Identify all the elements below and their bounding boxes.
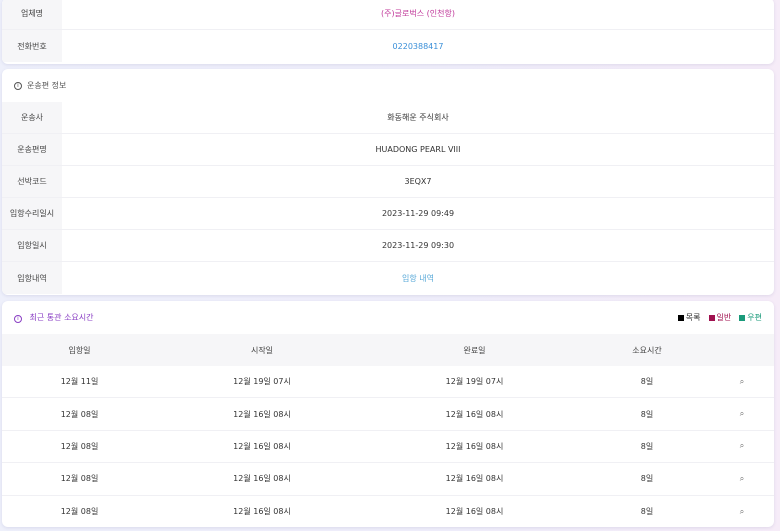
table-row: 12월 08일 12월 16일 08시 12월 16일 08시 8일 ⌕ <box>2 398 774 431</box>
cell-arrival: 12월 08일 <box>60 507 99 517</box>
legend-label: 목록 <box>685 313 701 322</box>
arrival-history-row: 입항내역 입항 내역 <box>2 262 774 294</box>
phone-label: 전화번호 <box>2 30 62 62</box>
cell-start: 12월 16일 08시 <box>233 409 291 419</box>
legend-swatch-icon <box>677 314 684 321</box>
arrival-date-value: 2023-11-29 09:30 <box>381 241 455 250</box>
vessel-info-title: 운송편 정보 <box>27 81 67 90</box>
legend-label: 일반 <box>716 313 732 322</box>
cell-duration: 8일 <box>640 441 654 451</box>
legend-item-general: 일반 <box>708 312 732 323</box>
col-header-start: 시작일 <box>250 345 274 355</box>
col-header-duration: 소요시간 <box>632 345 662 355</box>
table-body: 12월 11일 12월 19일 07시 12월 19일 07시 8일 ⌕ 12월… <box>2 366 774 527</box>
legend: 목록 일반 우편 <box>677 312 762 323</box>
cell-complete: 12월 16일 08시 <box>445 474 504 484</box>
info-icon: i <box>14 315 22 323</box>
cell-complete: 12월 16일 08시 <box>445 409 504 419</box>
cell-arrival: 12월 11일 <box>60 377 99 387</box>
table-row: 12월 08일 12월 16일 08시 12월 16일 08시 8일 ⌕ <box>2 496 774 527</box>
carrier-row: 운송사 화동해운 주식회사 <box>2 102 774 134</box>
cell-start: 12월 16일 08시 <box>233 507 291 517</box>
legend-label: 우편 <box>747 313 762 322</box>
cell-arrival: 12월 08일 <box>60 441 99 451</box>
cell-duration: 8일 <box>640 377 654 387</box>
legend-swatch-icon <box>739 314 746 321</box>
customs-time-card: i 최근 통관 소요시간 목록 일반 우편 입항일 시작일 완료일 소요시간 1… <box>2 301 774 527</box>
table-row: 12월 08일 12월 16일 08시 12월 16일 08시 8일 ⌕ <box>2 431 774 464</box>
arrival-date-label: 입항일시 <box>2 230 62 261</box>
cell-duration: 8일 <box>640 409 654 419</box>
arrival-accept-row: 입항수리일시 2023-11-29 09:49 <box>2 198 774 230</box>
vessel-name-value: HUADONG PEARL VIII <box>375 145 461 154</box>
company-card: 업체명 (주)글로벅스 (인천항) 전화번호 0220388417 <box>2 0 774 64</box>
cell-arrival: 12월 08일 <box>60 409 99 419</box>
cell-complete: 12월 16일 08시 <box>445 507 504 517</box>
phone-link[interactable]: 0220388417 <box>62 42 774 51</box>
legend-item-post: 우편 <box>739 312 762 323</box>
col-header-complete: 완료일 <box>463 345 486 355</box>
vessel-name-row: 운송편명 HUADONG PEARL VIII <box>2 134 774 166</box>
company-name-value: (주)글로벅스 (인천항) <box>381 9 455 18</box>
company-name-row: 업체명 (주)글로벅스 (인천항) <box>2 0 774 30</box>
arrival-history-link[interactable]: 입항 내역 <box>62 273 774 284</box>
cell-duration: 8일 <box>640 474 654 484</box>
cell-start: 12월 19일 07시 <box>233 377 291 387</box>
company-name-label: 업체명 <box>2 0 62 29</box>
customs-time-header: i 최근 통관 소요시간 목록 일반 우편 <box>2 301 774 334</box>
arrival-accept-label: 입항수리일시 <box>2 198 62 229</box>
cell-complete: 12월 16일 08시 <box>445 441 504 451</box>
vessel-info-card: i 운송편 정보 운송사 화동해운 주식회사 운송편명 HUADONG PEAR… <box>2 69 774 295</box>
ship-code-label: 선박코드 <box>2 166 62 197</box>
customs-time-title: 최근 통관 소요시간 <box>29 313 94 322</box>
magnifier-icon[interactable]: ⌕ <box>712 474 772 484</box>
carrier-value: 화동해운 주식회사 <box>387 113 449 122</box>
arrival-date-row: 입항일시 2023-11-29 09:30 <box>2 230 774 262</box>
cell-start: 12월 16일 08시 <box>233 441 291 451</box>
table-row: 12월 08일 12월 16일 08시 12월 16일 08시 8일 ⌕ <box>2 463 774 496</box>
table-header: 입항일 시작일 완료일 소요시간 <box>2 334 774 366</box>
arrival-history-label: 입항내역 <box>2 262 62 294</box>
cell-duration: 8일 <box>640 507 654 517</box>
legend-item-list: 목록 <box>677 312 701 323</box>
info-icon: i <box>14 81 22 90</box>
cell-complete: 12월 19일 07시 <box>445 377 504 387</box>
ship-code-value: 3EQX7 <box>404 177 432 186</box>
customs-title-wrap: i 최근 통관 소요시간 <box>14 312 94 323</box>
vessel-name-label: 운송편명 <box>2 134 62 165</box>
cell-start: 12월 16일 08시 <box>233 474 291 484</box>
carrier-label: 운송사 <box>2 102 62 133</box>
phone-row: 전화번호 0220388417 <box>2 30 774 62</box>
magnifier-icon[interactable]: ⌕ <box>712 441 772 451</box>
magnifier-icon[interactable]: ⌕ <box>712 507 772 517</box>
cell-arrival: 12월 08일 <box>60 474 99 484</box>
col-header-arrival: 입항일 <box>68 345 91 355</box>
arrival-accept-value: 2023-11-29 09:49 <box>381 209 455 218</box>
vessel-info-header: i 운송편 정보 <box>2 69 774 102</box>
magnifier-icon[interactable]: ⌕ <box>712 377 772 387</box>
magnifier-icon[interactable]: ⌕ <box>712 409 772 419</box>
ship-code-row: 선박코드 3EQX7 <box>2 166 774 198</box>
table-row: 12월 11일 12월 19일 07시 12월 19일 07시 8일 ⌕ <box>2 366 774 399</box>
legend-swatch-icon <box>708 314 715 321</box>
